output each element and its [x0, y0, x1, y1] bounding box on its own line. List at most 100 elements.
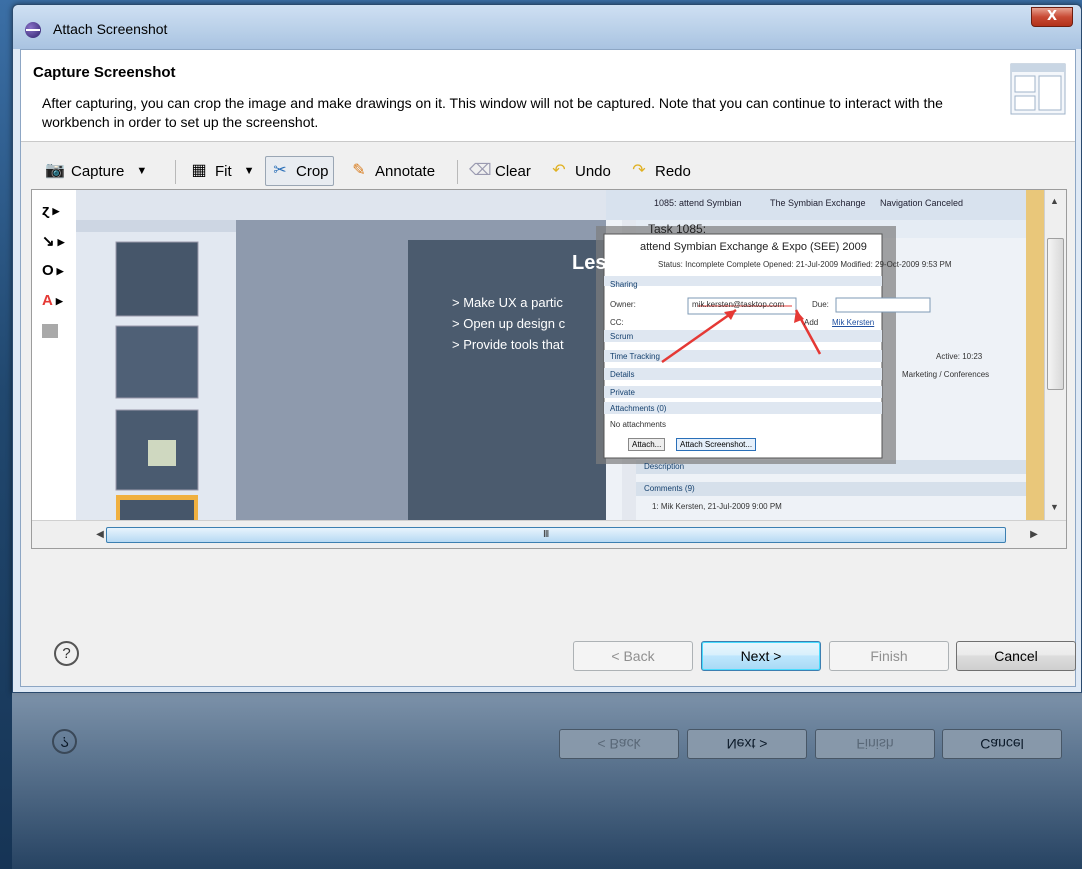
- captured-image[interactable]: Les > Make UX a partic > Open up design …: [76, 190, 1044, 520]
- next-button[interactable]: Next >: [701, 641, 821, 671]
- capture-toolbar: 📷 Capture ▼ ▦ Fit ▼ ✂ Crop ✎ Annotate ⌫ …: [21, 152, 1075, 190]
- section-sharing: Sharing: [610, 280, 638, 289]
- drawing-palette: ɀ ▶ ↘ ▶ O ▶ A ▶: [32, 190, 76, 520]
- window-title: Attach Screenshot: [53, 21, 168, 37]
- exchange-tab: The Symbian Exchange: [770, 198, 866, 208]
- page-title: Capture Screenshot: [33, 64, 176, 81]
- chevron-right-icon[interactable]: ▶: [58, 237, 65, 247]
- squiggle-icon: ɀ: [42, 202, 50, 219]
- slide-bullet: > Open up design c: [452, 316, 566, 331]
- attach-screenshot-button: Attach Screenshot...: [676, 438, 757, 451]
- scroll-right-icon[interactable]: ▶: [1026, 527, 1042, 543]
- fit-button[interactable]: ▦ Fit ▼: [185, 156, 259, 186]
- camera-icon: 📷: [45, 162, 65, 179]
- attach-screenshot-dialog: Attach Screenshot X Capture Screenshot A…: [12, 4, 1082, 693]
- task-status-line: Status: Incomplete Complete Opened: 21-J…: [658, 260, 952, 269]
- crop-icon: ✂: [273, 162, 287, 179]
- toolbar-separator: [175, 160, 176, 184]
- section-details: Details: [610, 370, 635, 379]
- eclipse-icon: [25, 22, 41, 38]
- task-id: Task 1085:: [648, 222, 707, 236]
- scroll-grip: III: [543, 529, 549, 540]
- undo-button[interactable]: ↶ Undo: [545, 156, 615, 186]
- task-title: attend Symbian Exchange & Expo (SEE) 200…: [640, 241, 867, 253]
- vertical-scrollbar[interactable]: ▲ ▼: [1044, 190, 1066, 520]
- slide-bullet: > Provide tools that: [452, 337, 564, 352]
- cancel-reflection: Cancel: [942, 729, 1062, 759]
- help-reflection: ?: [52, 729, 77, 754]
- capture-button[interactable]: 📷 Capture ▼: [41, 156, 151, 186]
- slide-bullet: > Make UX a partic: [452, 295, 563, 310]
- annotate-button[interactable]: ✎ Annotate: [345, 156, 439, 186]
- clear-button[interactable]: ⌫ Clear: [465, 156, 535, 186]
- owner-value: mik.kersten@tasktop.com: [692, 300, 785, 309]
- page-description: After capturing, you can crop the image …: [42, 95, 943, 130]
- text-tool[interactable]: A ▶: [42, 292, 72, 314]
- vertical-scroll-thumb[interactable]: [1047, 238, 1064, 390]
- annotate-label: Annotate: [375, 162, 436, 180]
- wizard-banner-icon: [1010, 63, 1066, 115]
- text-color-icon: A: [42, 292, 53, 309]
- redo-icon: ↷: [632, 162, 646, 179]
- arrow-icon: ↘: [42, 233, 55, 250]
- cc-user: Mik Kersten: [832, 318, 875, 327]
- eraser-icon: ⌫: [469, 162, 492, 179]
- chevron-right-icon[interactable]: ▶: [56, 296, 63, 306]
- chevron-right-icon[interactable]: ▶: [53, 206, 60, 216]
- scroll-up-icon[interactable]: ▲: [1050, 196, 1059, 206]
- scroll-down-icon[interactable]: ▼: [1050, 502, 1059, 512]
- cc-add: Add: [804, 318, 819, 327]
- next-reflection: Next >: [687, 729, 807, 759]
- crop-button[interactable]: ✂ Crop: [265, 156, 334, 186]
- arrow-tool[interactable]: ↘ ▶: [42, 232, 72, 254]
- window-reflection: ? < Back Next > Finish Cancel: [12, 693, 1082, 869]
- free-line-tool[interactable]: ɀ ▶: [42, 202, 72, 224]
- chevron-right-icon[interactable]: ▶: [57, 266, 64, 276]
- color-swatch[interactable]: [42, 324, 72, 346]
- screenshot-canvas[interactable]: ɀ ▶ ↘ ▶ O ▶ A ▶ Les > Make UX a partic >…: [31, 189, 1067, 549]
- fit-icon: ▦: [191, 162, 207, 179]
- comment-entry: 1: Mik Kersten, 21-Jul-2009 9:00 PM: [652, 502, 782, 511]
- capture-label: Capture: [71, 162, 125, 180]
- finish-button[interactable]: Finish: [829, 641, 949, 671]
- fit-label: Fit: [215, 162, 232, 180]
- due-label: Due:: [812, 300, 829, 309]
- horizontal-scrollbar[interactable]: ◀ III ▶: [32, 520, 1066, 548]
- redo-button[interactable]: ↷ Redo: [625, 156, 695, 186]
- section-scrum: Scrum: [610, 332, 634, 341]
- section-comments: Comments (9): [644, 484, 695, 493]
- close-button[interactable]: X: [1031, 7, 1073, 27]
- rectangle-tool[interactable]: O ▶: [42, 262, 72, 284]
- help-button[interactable]: ?: [54, 641, 79, 666]
- no-attachments: No attachments: [610, 420, 667, 429]
- slide-heading: Les: [572, 252, 607, 274]
- pencil-icon: ✎: [352, 162, 366, 179]
- owner-label: Owner:: [610, 300, 636, 309]
- section-time-tracking: Time Tracking: [610, 352, 660, 361]
- toolbar-separator: [457, 160, 458, 184]
- chevron-down-icon[interactable]: ▼: [136, 165, 147, 177]
- cancel-button[interactable]: Cancel: [956, 641, 1076, 671]
- dialog-client-area: Capture Screenshot After capturing, you …: [20, 49, 1076, 687]
- gray-swatch-icon: [42, 324, 58, 338]
- redo-label: Redo: [655, 162, 691, 180]
- section-description: Description: [644, 462, 685, 471]
- active-time: Active: 10:23: [936, 352, 983, 361]
- undo-label: Undo: [575, 162, 611, 180]
- back-button[interactable]: < Back: [573, 641, 693, 671]
- title-bar[interactable]: Attach Screenshot X: [13, 5, 1081, 49]
- cc-label: CC:: [610, 318, 624, 327]
- finish-reflection: Finish: [815, 729, 935, 759]
- captured-screenshot-svg: [76, 190, 1044, 520]
- section-attachments: Attachments (0): [610, 404, 667, 413]
- task-tab: 1085: attend Symbian: [654, 198, 742, 208]
- attach-button: Attach...: [628, 438, 666, 451]
- back-reflection: < Back: [559, 729, 679, 759]
- category: Marketing / Conferences: [902, 370, 990, 379]
- navigation-tab: Navigation Canceled: [880, 198, 964, 208]
- task-sections: Sharing: [610, 276, 638, 294]
- crop-label: Crop: [296, 162, 329, 180]
- chevron-down-icon[interactable]: ▼: [244, 165, 255, 177]
- slide-bullets: > Make UX a partic > Open up design c > …: [452, 292, 565, 355]
- horizontal-scroll-thumb[interactable]: III: [106, 527, 1006, 543]
